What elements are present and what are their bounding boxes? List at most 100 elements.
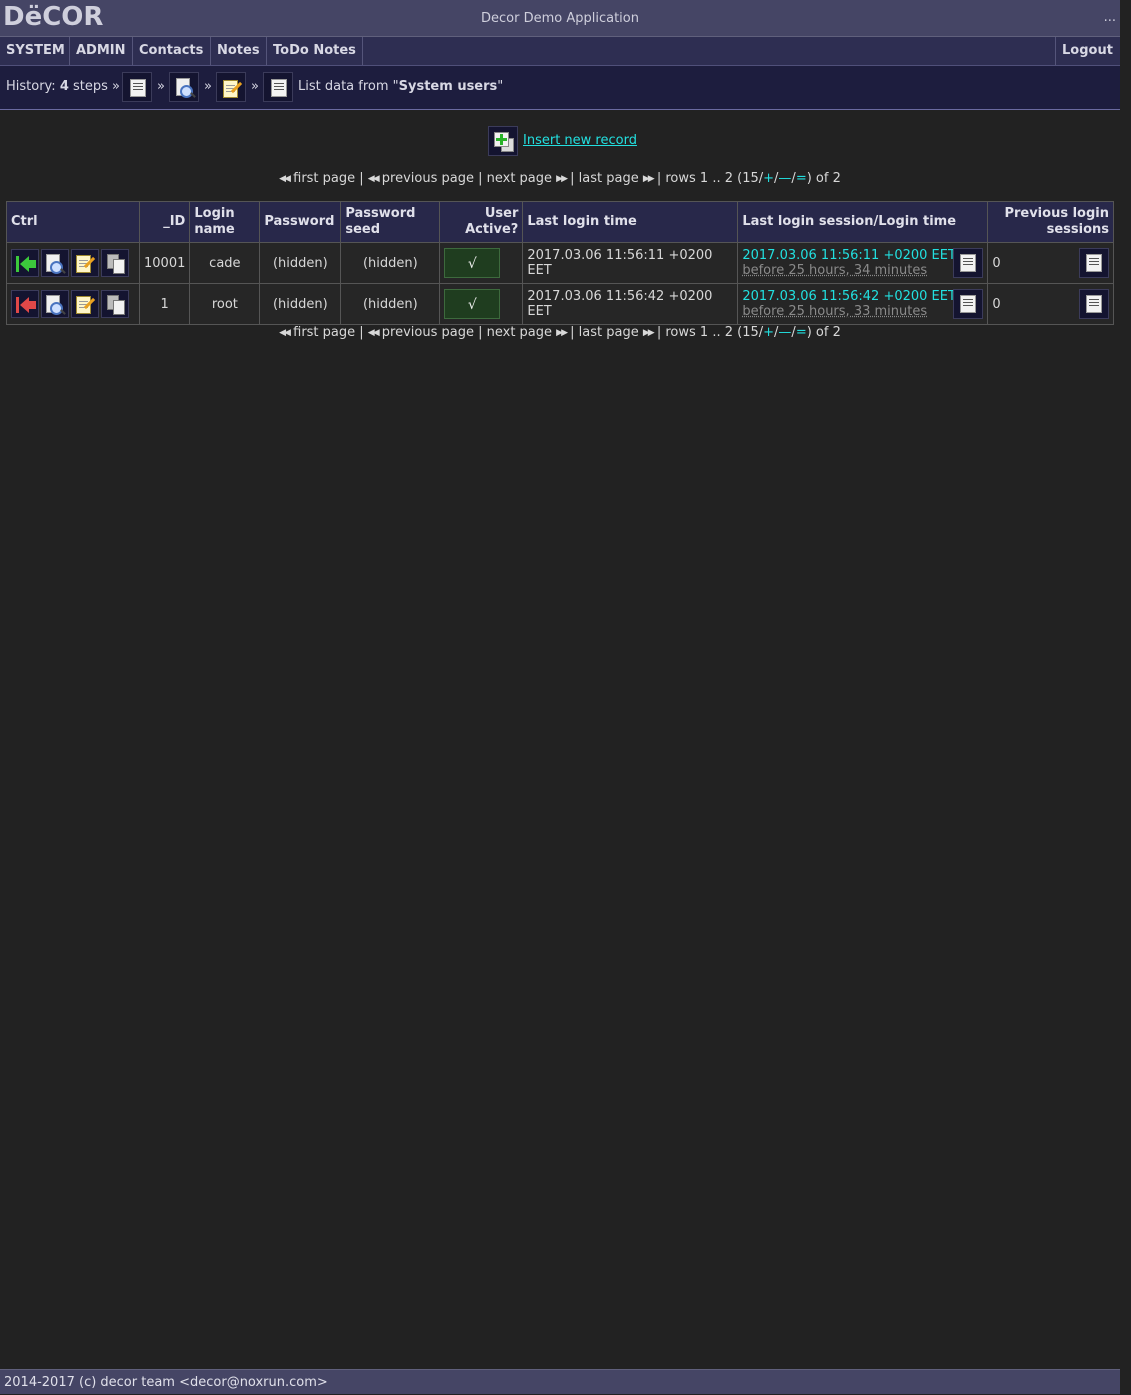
- logout-button[interactable]: Logout: [1055, 37, 1120, 65]
- ctrl-cell: [6, 242, 140, 284]
- session-list-button[interactable]: [953, 248, 984, 278]
- view-record-button[interactable]: [41, 290, 69, 318]
- history-step-view-button[interactable]: [169, 72, 199, 102]
- table-row: 10001 cade (hidden) (hidden) √ 2017.03.0…: [6, 242, 1114, 284]
- previous-page-link[interactable]: ◀◀ previous page: [368, 325, 474, 340]
- list-icon: [271, 79, 287, 97]
- menu-item-todo-notes[interactable]: ToDo Notes: [267, 37, 363, 65]
- edit-record-button[interactable]: [71, 290, 99, 318]
- insert-record-link[interactable]: Insert new record: [523, 133, 637, 148]
- previous-sessions-cell: 0: [987, 242, 1114, 284]
- select-record-button[interactable]: [11, 249, 39, 277]
- table-header-row: Ctrl _ID Login name Password Password se…: [6, 201, 1114, 243]
- ctrl-cell: [6, 283, 140, 325]
- overflow-menu[interactable]: ...: [1104, 10, 1116, 25]
- copy-record-button[interactable]: [101, 290, 129, 318]
- rows-info: rows 1 .. 2 (15/+/—/=) of 2: [665, 325, 841, 340]
- rows-equal-link[interactable]: =: [796, 325, 807, 340]
- rows-minus-link[interactable]: —: [778, 171, 791, 186]
- password-seed-cell: (hidden): [340, 242, 441, 284]
- column-header-login-name[interactable]: Login name: [189, 201, 261, 243]
- history-step-edit-button[interactable]: [216, 72, 246, 102]
- column-header-previous-sessions[interactable]: Previous login sessions: [987, 201, 1114, 243]
- password-cell: (hidden): [259, 242, 342, 284]
- history-step-list-button[interactable]: [122, 72, 152, 102]
- password-cell: (hidden): [259, 283, 342, 325]
- next-page-link[interactable]: next page ▶▶: [487, 325, 568, 340]
- history-step-list-current-button[interactable]: [263, 72, 293, 102]
- session-list-button[interactable]: [953, 289, 984, 319]
- first-page-link[interactable]: ◀◀ first page: [279, 325, 355, 340]
- list-icon: [1086, 254, 1102, 272]
- copy-record-button[interactable]: [101, 249, 129, 277]
- login-name-cell: root: [189, 283, 261, 325]
- last-page-link[interactable]: last page ▶▶: [579, 171, 655, 186]
- menu-item-admin[interactable]: ADMIN: [70, 37, 133, 65]
- select-arrow-icon: [16, 297, 36, 313]
- insert-record-icon: [493, 131, 515, 153]
- table-row: 1 root (hidden) (hidden) √ 2017.03.06 11…: [6, 283, 1114, 325]
- active-checkmark: √: [444, 289, 501, 319]
- column-header-id[interactable]: _ID: [138, 201, 191, 243]
- previous-page-link[interactable]: ◀◀ previous page: [368, 171, 474, 186]
- list-icon: [960, 295, 977, 313]
- edit-icon: [76, 253, 96, 273]
- last-login-session-cell: 2017.03.06 11:56:11 +0200 EET before 25 …: [737, 242, 989, 284]
- menu-item-contacts[interactable]: Contacts: [133, 37, 211, 65]
- rows-plus-link[interactable]: +: [763, 171, 774, 186]
- pager-top: ◀◀ first page | ◀◀ previous page | next …: [279, 171, 841, 186]
- last-page-link[interactable]: last page ▶▶: [579, 325, 655, 340]
- rows-minus-link[interactable]: —: [778, 325, 791, 340]
- column-header-last-login-session[interactable]: Last login session/Login time: [737, 201, 989, 243]
- rows-info: rows 1 .. 2 (15/+/—/=) of 2: [665, 171, 841, 186]
- previous-sessions-count: 0: [992, 296, 1001, 312]
- last-login-time-cell: 2017.03.06 11:56:42 +0200 EET: [522, 283, 739, 325]
- session-ago-text: before 25 hours, 34 minutes: [742, 263, 928, 278]
- pager-bottom: ◀◀ first page | ◀◀ previous page | next …: [279, 325, 841, 340]
- edit-record-button[interactable]: [71, 249, 99, 277]
- select-arrow-icon: [16, 256, 36, 272]
- first-page-link[interactable]: ◀◀ first page: [279, 171, 355, 186]
- insert-record-button[interactable]: [488, 126, 518, 156]
- user-active-cell: √: [439, 242, 524, 284]
- column-header-last-login-time[interactable]: Last login time: [522, 201, 739, 243]
- forward-icon: ▶▶: [642, 174, 655, 184]
- view-icon: [45, 294, 66, 316]
- session-time-link[interactable]: 2017.03.06 11:56:42 +0200 EET: [742, 289, 983, 304]
- history-bar: History: 4 steps » » » » List data from …: [0, 66, 1120, 110]
- password-seed-cell: (hidden): [340, 283, 441, 325]
- list-icon: [960, 254, 977, 272]
- view-icon: [45, 253, 66, 275]
- forward-icon: ▶▶: [556, 174, 568, 184]
- menu-item-notes[interactable]: Notes: [211, 37, 267, 65]
- title-bar: DëCOR Decor Demo Application ...: [0, 0, 1120, 37]
- history-separator: »: [204, 79, 212, 94]
- session-time-link[interactable]: 2017.03.06 11:56:11 +0200 EET: [742, 248, 983, 263]
- history-separator: »: [157, 79, 165, 94]
- footer-copyright: 2014-2017 (c) decor team <decor@noxrun.c…: [4, 1375, 328, 1390]
- id-cell: 10001: [138, 242, 191, 284]
- view-record-button[interactable]: [41, 249, 69, 277]
- menu-bar: SYSTEM ADMIN Contacts Notes ToDo Notes L…: [0, 37, 1120, 66]
- rows-plus-link[interactable]: +: [763, 325, 774, 340]
- edit-icon: [223, 78, 243, 98]
- column-header-ctrl: Ctrl: [6, 201, 140, 243]
- previous-sessions-cell: 0: [987, 283, 1114, 325]
- session-ago-text: before 25 hours, 33 minutes: [742, 304, 928, 319]
- previous-sessions-list-button[interactable]: [1079, 248, 1109, 278]
- select-record-button[interactable]: [11, 290, 39, 318]
- active-checkmark: √: [444, 248, 501, 278]
- rows-equal-link[interactable]: =: [796, 171, 807, 186]
- forward-icon: ▶▶: [642, 328, 655, 338]
- column-header-password-seed[interactable]: Password seed: [340, 201, 441, 243]
- list-icon: [1086, 295, 1102, 313]
- next-page-link[interactable]: next page ▶▶: [487, 171, 568, 186]
- footer: 2014-2017 (c) decor team <decor@noxrun.c…: [0, 1369, 1120, 1394]
- app-title: Decor Demo Application: [481, 11, 639, 26]
- column-header-user-active[interactable]: User Active?: [439, 201, 524, 243]
- column-header-password[interactable]: Password: [259, 201, 342, 243]
- menu-item-system[interactable]: SYSTEM: [0, 37, 70, 65]
- history-separator: »: [251, 79, 259, 94]
- id-cell: 1: [138, 283, 191, 325]
- previous-sessions-list-button[interactable]: [1079, 289, 1109, 319]
